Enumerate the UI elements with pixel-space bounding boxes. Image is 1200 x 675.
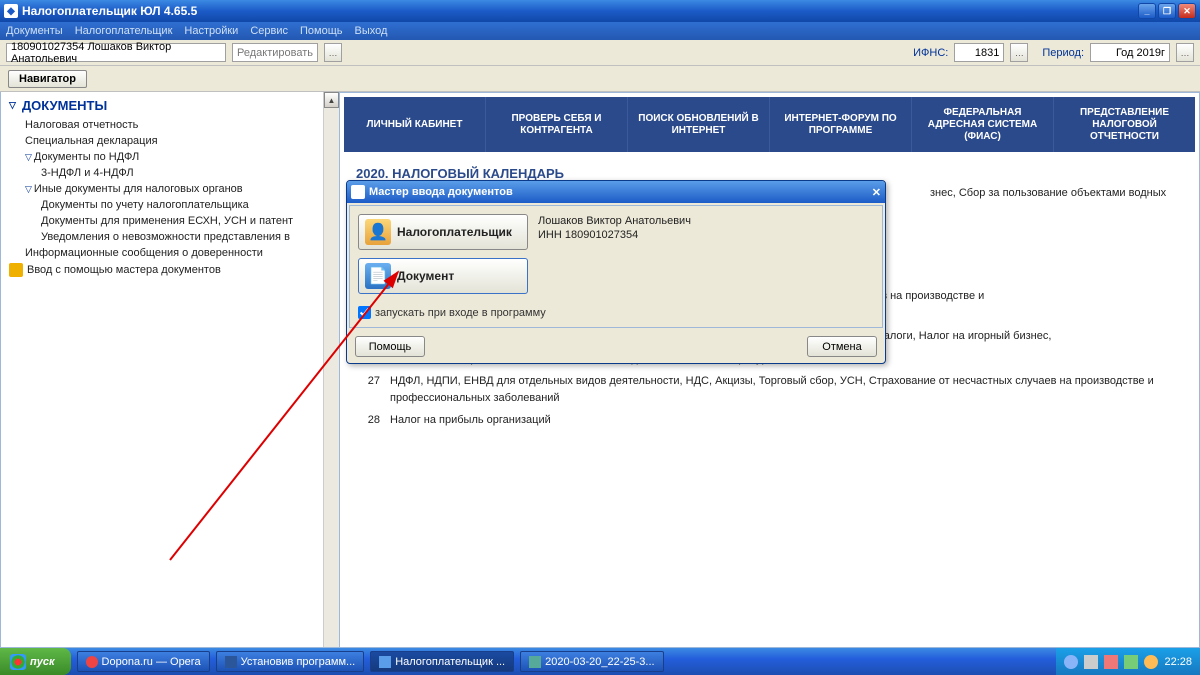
scroll-up-icon[interactable]: ▲ [324,92,339,108]
sidebar: ▽ ДОКУМЕНТЫ Налоговая отчетность Специал… [0,92,340,648]
dialog-close-button[interactable]: ✕ [872,186,881,199]
nav-check-counterparty[interactable]: ПРОВЕРЬ СЕБЯ И КОНТРАГЕНТА [486,97,628,152]
tree-item[interactable]: ▽Иные документы для налоговых органов [9,181,335,197]
taskbar-item[interactable]: Dopona.ru — Opera [77,651,210,672]
tree-item[interactable]: ▽Документы по НДФЛ [9,149,335,165]
document-icon: 📄 [365,263,391,289]
app-task-icon [379,656,391,668]
person-icon: 👤 [365,219,391,245]
menu-taxpayer[interactable]: Налогоплательщик [75,25,173,37]
system-tray[interactable]: 22:28 [1056,648,1200,675]
taxpayer-field[interactable]: 180901027354 Лошаков Виктор Анатольевич [6,43,226,62]
nav-internet-forum[interactable]: ИНТЕРНЕТ-ФОРУМ ПО ПРОГРАММЕ [770,97,912,152]
wizard-dialog: Мастер ввода документов ✕ 👤 Налогоплател… [346,180,886,364]
tray-icon[interactable] [1144,655,1158,669]
tree-subitem[interactable]: Уведомления о невозможности представлени… [9,229,335,245]
word-icon [225,656,237,668]
chevron-down-icon: ▽ [9,100,16,111]
tree-item[interactable]: Специальная декларация [9,133,335,149]
app-icon: ◆ [4,4,18,18]
opera-icon [86,656,98,668]
tree-item-wizard[interactable]: Ввод с помощью мастера документов [9,261,335,279]
taskbar: пуск Dopona.ru — Opera Установив програм… [0,648,1200,675]
help-button[interactable]: Помощь [355,336,425,357]
tray-icon[interactable] [1124,655,1138,669]
main-area: ▽ ДОКУМЕНТЫ Налоговая отчетность Специал… [0,92,1200,648]
window-title: Налогоплательщик ЮЛ 4.65.5 [22,4,197,18]
document-button[interactable]: 📄 Документ [358,258,528,294]
nav-search-updates[interactable]: ПОИСК ОБНОВЛЕНИЙ В ИНТЕРНЕТ [628,97,770,152]
menu-documents[interactable]: Документы [6,25,63,37]
period-label: Период: [1042,47,1084,59]
wizard-icon [9,263,23,277]
image-icon [529,656,541,668]
calendar-title: 2020. НАЛОГОВЫЙ КАЛЕНДАРЬ [356,166,1199,181]
taskbar-item[interactable]: 2020-03-20_22-25-3... [520,651,663,672]
dialog-icon [351,185,365,199]
sidebar-scrollbar[interactable]: ▲ [323,92,339,647]
navigator-button[interactable]: Навигатор [8,70,87,88]
ifns-field[interactable]: 1831 [954,43,1004,62]
dialog-titlebar[interactable]: Мастер ввода документов ✕ [347,181,885,203]
taxpayer-info: Лошаков Виктор Анатольевич ИНН 180901027… [538,214,691,243]
ifns-label: ИФНС: [913,47,948,59]
top-nav: ЛИЧНЫЙ КАБИНЕТ ПРОВЕРЬ СЕБЯ И КОНТРАГЕНТ… [344,97,1195,152]
start-button[interactable]: пуск [0,648,71,675]
chevron-down-icon: ▽ [25,184,32,194]
period-field[interactable]: Год 2019г [1090,43,1170,62]
tray-icon[interactable] [1064,655,1078,669]
tree-subitem[interactable]: Документы для применения ЕСХН, УСН и пат… [9,213,335,229]
taxpayer-browse-button[interactable]: … [324,43,342,62]
toolbar: 180901027354 Лошаков Виктор Анатольевич … [0,40,1200,66]
tray-icon[interactable] [1084,655,1098,669]
content-pane: ЛИЧНЫЙ КАБИНЕТ ПРОВЕРЬ СЕБЯ И КОНТРАГЕНТ… [340,92,1200,648]
tree-item[interactable]: Информационные сообщения о доверенности [9,245,335,261]
close-button[interactable]: ✕ [1178,3,1196,19]
autostart-label: запускать при входе в программу [375,307,546,319]
window-titlebar: ◆ Налогоплательщик ЮЛ 4.65.5 _ ❐ ✕ [0,0,1200,22]
autostart-checkbox[interactable] [358,306,371,319]
windows-logo-icon [10,654,26,670]
maximize-button[interactable]: ❐ [1158,3,1176,19]
ifns-browse-button[interactable]: … [1010,43,1028,62]
minimize-button[interactable]: _ [1138,3,1156,19]
period-browse-button[interactable]: … [1176,43,1194,62]
chevron-down-icon: ▽ [25,152,32,162]
menu-exit[interactable]: Выход [355,25,388,37]
tree-item[interactable]: Налоговая отчетность [9,117,335,133]
menu-settings[interactable]: Настройки [184,25,238,37]
navigator-row: Навигатор [0,66,1200,92]
nav-fias[interactable]: ФЕДЕРАЛЬНАЯ АДРЕСНАЯ СИСТЕМА (ФИАС) [912,97,1054,152]
tray-icon[interactable] [1104,655,1118,669]
tree-root[interactable]: ▽ ДОКУМЕНТЫ [9,98,335,113]
menubar: Документы Налогоплательщик Настройки Сер… [0,22,1200,40]
taskbar-item-active[interactable]: Налогоплательщик ... [370,651,514,672]
taxpayer-button[interactable]: 👤 Налогоплательщик [358,214,528,250]
menu-service[interactable]: Сервис [250,25,288,37]
clock[interactable]: 22:28 [1164,656,1192,668]
tree-subitem[interactable]: 3-НДФЛ и 4-НДФЛ [9,165,335,181]
nav-tax-reporting[interactable]: ПРЕДСТАВЛЕНИЕ НАЛОГОВОЙ ОТЧЕТНОСТИ [1054,97,1195,152]
taskbar-item[interactable]: Установив программ... [216,651,365,672]
cancel-button[interactable]: Отмена [807,336,877,357]
tree-subitem[interactable]: Документы по учету налогоплательщика [9,197,335,213]
nav-personal-cabinet[interactable]: ЛИЧНЫЙ КАБИНЕТ [344,97,486,152]
menu-help[interactable]: Помощь [300,25,343,37]
edit-button[interactable]: Редактировать [232,43,318,62]
